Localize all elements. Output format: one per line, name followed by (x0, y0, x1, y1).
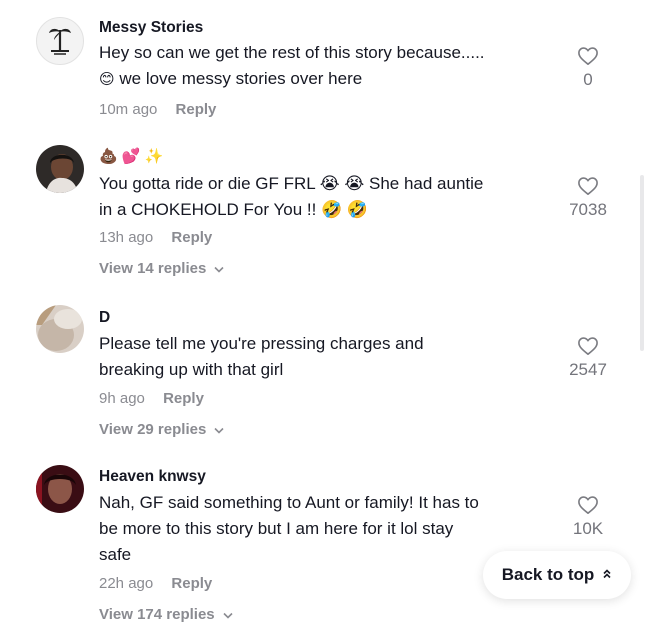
scrollbar[interactable] (640, 175, 644, 351)
view-replies-button[interactable]: View 29 replies (99, 421, 225, 438)
chevron-down-icon (214, 421, 225, 438)
comment-text: Nah, GF said something to Aunt or family… (99, 490, 549, 568)
avatar[interactable] (36, 465, 84, 513)
heart-outline-icon (578, 337, 598, 355)
smile-emoji: 😊 (99, 71, 115, 88)
view-replies-label: View 174 replies (99, 606, 215, 623)
comment-text: Hey so can we get the rest of this story… (99, 40, 549, 92)
comment-time: 10m ago (99, 101, 158, 118)
profile-photo (36, 465, 84, 513)
comment-text-line: Please tell me you're pressing charges a… (99, 334, 424, 353)
username-emojis: 💩 💕 ✨ (99, 148, 164, 165)
reply-button[interactable]: Reply (171, 575, 212, 592)
comment-meta: 13h ago Reply (99, 229, 212, 246)
reply-button[interactable]: Reply (163, 390, 204, 407)
heart-outline-icon (578, 496, 598, 514)
comment-text: Please tell me you're pressing charges a… (99, 331, 549, 383)
comment-username[interactable]: Heaven knwsy (99, 468, 206, 486)
like-button[interactable]: 2547 (558, 336, 618, 380)
comment-username[interactable]: D (99, 309, 110, 327)
comment-text-line: You gotta ride or die GF FRL 😭 😭 She had… (99, 174, 484, 193)
comment-text-line: in a CHOKEHOLD For You !! 🤣 🤣 (99, 200, 369, 219)
like-count: 10K (572, 519, 604, 538)
like-button[interactable]: 10K (558, 495, 618, 539)
comment-text-line: 😊 we love messy stories over here (99, 66, 549, 92)
view-replies-label: View 29 replies (99, 421, 207, 438)
reply-button[interactable]: Reply (171, 229, 212, 246)
chevron-down-icon (214, 260, 225, 277)
avatar[interactable] (36, 305, 84, 353)
profile-photo (36, 145, 84, 193)
comment-text-line: be more to this story but I am here for … (99, 519, 454, 538)
comment-meta: 22h ago Reply (99, 575, 212, 592)
comment-text-line: Nah, GF said something to Aunt or family… (99, 493, 479, 512)
like-button[interactable]: 7038 (558, 176, 618, 220)
comment-time: 22h ago (99, 575, 154, 592)
double-chevron-up-icon (602, 569, 612, 581)
view-replies-button[interactable]: View 174 replies (99, 606, 233, 623)
heart-outline-icon (578, 47, 598, 65)
comment-text-line: Hey so can we get the rest of this story… (99, 43, 485, 62)
profile-photo (36, 305, 84, 353)
comment-text-line: safe (99, 545, 132, 564)
comment-text-line: breaking up with that girl (99, 360, 284, 379)
comment-username[interactable]: 💩 💕 ✨ (99, 148, 163, 166)
avatar[interactable] (36, 145, 84, 193)
back-to-top-button[interactable]: Back to top (483, 551, 631, 599)
comment-time: 9h ago (99, 390, 145, 407)
reply-button[interactable]: Reply (176, 101, 217, 118)
comment-time: 13h ago (99, 229, 154, 246)
avatar[interactable] (36, 17, 84, 65)
comment-username[interactable]: Messy Stories (99, 19, 203, 37)
comment-meta: 9h ago Reply (99, 390, 204, 407)
heart-outline-icon (578, 177, 598, 195)
like-count: 2547 (569, 360, 607, 379)
palm-tree-logo (49, 28, 71, 55)
like-button[interactable]: 0 (558, 46, 618, 90)
view-replies-button[interactable]: View 14 replies (99, 260, 225, 277)
comment-text-line-content: we love messy stories over here (119, 69, 363, 88)
like-count: 0 (583, 70, 593, 89)
chevron-down-icon (223, 606, 233, 623)
back-to-top-label: Back to top (501, 565, 595, 584)
comment-meta: 10m ago Reply (99, 101, 216, 118)
comment-text: You gotta ride or die GF FRL 😭 😭 She had… (99, 171, 549, 223)
like-count: 7038 (569, 200, 607, 219)
view-replies-label: View 14 replies (99, 260, 207, 277)
